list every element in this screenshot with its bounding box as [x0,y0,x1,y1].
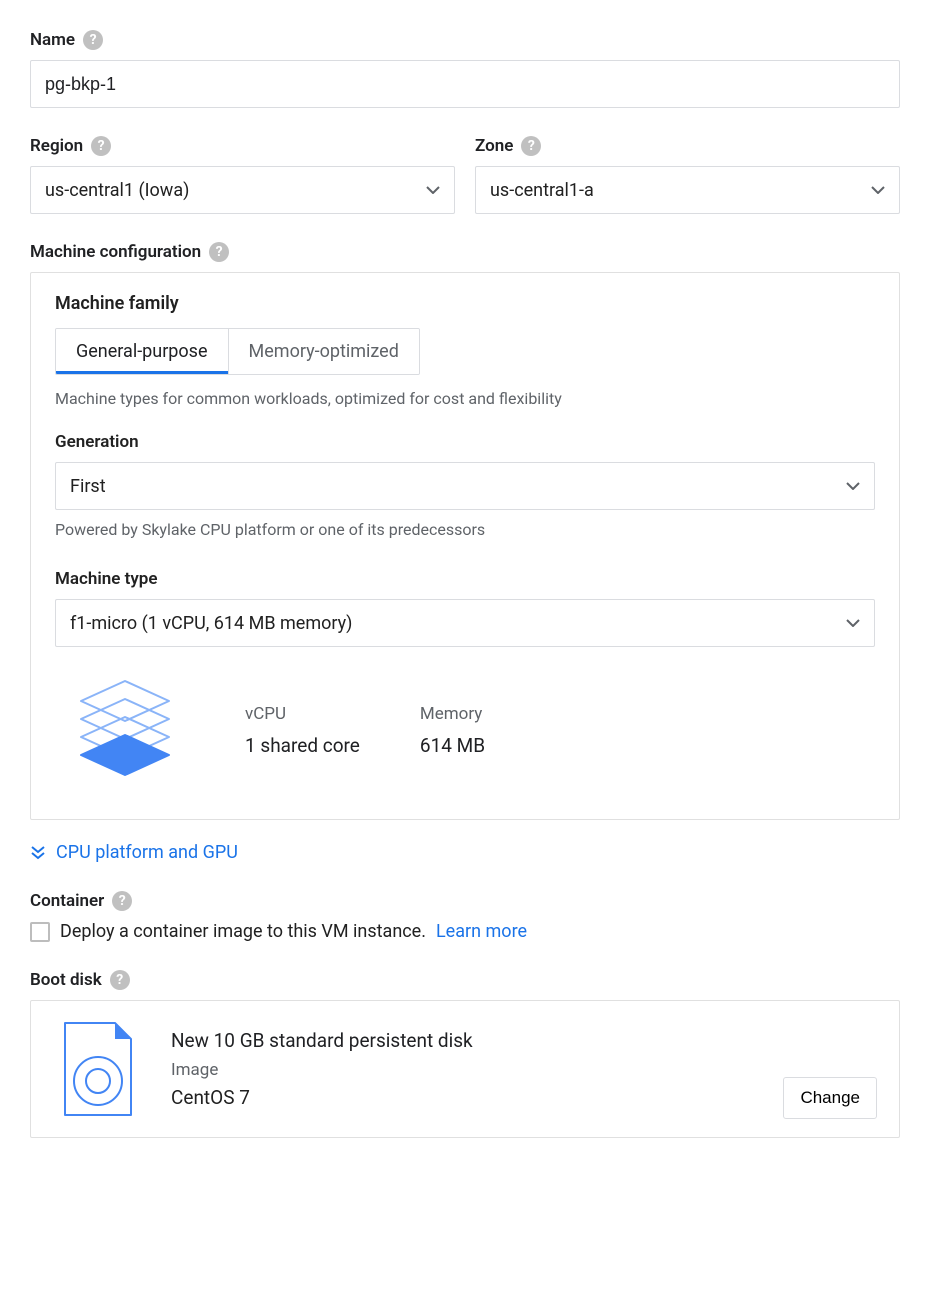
change-boot-disk-button[interactable]: Change [783,1077,877,1119]
region-label-text: Region [30,136,83,156]
help-icon[interactable]: ? [83,30,103,50]
container-label-text: Container [30,891,104,911]
vcpu-label: vCPU [245,704,360,724]
boot-disk-image-label: Image [171,1060,755,1080]
help-icon[interactable]: ? [209,242,229,262]
boot-disk-panel: New 10 GB standard persistent disk Image… [30,1000,900,1138]
help-icon[interactable]: ? [521,136,541,156]
help-icon[interactable]: ? [91,136,111,156]
boot-disk-label: Boot disk ? [30,970,900,990]
disk-icon [53,1019,143,1119]
name-label-text: Name [30,30,75,50]
tab-general-purpose[interactable]: General-purpose [56,329,229,374]
machine-family-label: Machine family [55,293,875,314]
tab-memory-optimized[interactable]: Memory-optimized [229,329,419,374]
vcpu-value: 1 shared core [245,734,360,757]
memory-value: 614 MB [420,734,485,757]
machine-config-label-text: Machine configuration [30,242,201,262]
zone-label: Zone ? [475,136,900,156]
machine-config-label: Machine configuration ? [30,242,900,262]
boot-disk-label-text: Boot disk [30,970,102,990]
zone-value: us-central1-a [490,180,594,201]
machine-type-select[interactable]: f1-micro (1 vCPU, 614 MB memory) [55,599,875,647]
deploy-container-text: Deploy a container image to this VM inst… [60,921,426,942]
chevron-down-icon [871,186,885,194]
learn-more-link[interactable]: Learn more [436,921,527,942]
name-label: Name ? [30,30,900,50]
cpu-gpu-expand-label: CPU platform and GPU [56,842,238,863]
generation-hint: Powered by Skylake CPU platform or one o… [55,520,875,539]
machine-family-hint: Machine types for common workloads, opti… [55,389,875,408]
machine-family-tabs: General-purpose Memory-optimized [55,328,420,375]
help-icon[interactable]: ? [110,970,130,990]
machine-config-panel: Machine family General-purpose Memory-op… [30,272,900,820]
name-input[interactable] [30,60,900,108]
cpu-gpu-expand[interactable]: CPU platform and GPU [30,842,900,863]
chevron-down-icon [426,186,440,194]
help-icon[interactable]: ? [112,891,132,911]
deploy-container-checkbox[interactable] [30,922,50,942]
region-label: Region ? [30,136,455,156]
generation-label: Generation [55,432,875,452]
chevron-down-icon [846,619,860,627]
boot-disk-title: New 10 GB standard persistent disk [171,1029,755,1052]
machine-type-value: f1-micro (1 vCPU, 614 MB memory) [70,613,352,634]
chevron-down-icon [846,482,860,490]
region-value: us-central1 (Iowa) [45,180,189,201]
machine-type-label: Machine type [55,569,875,589]
generation-value: First [70,476,106,497]
generation-select[interactable]: First [55,462,875,510]
machine-specs: vCPU 1 shared core Memory 614 MB [55,647,875,795]
memory-label: Memory [420,704,485,724]
container-label: Container ? [30,891,900,911]
region-select[interactable]: us-central1 (Iowa) [30,166,455,214]
zone-label-text: Zone [475,136,513,156]
boot-disk-image-value: CentOS 7 [171,1086,755,1109]
double-chevron-down-icon [30,846,46,860]
zone-select[interactable]: us-central1-a [475,166,900,214]
machine-stack-icon [65,675,185,785]
